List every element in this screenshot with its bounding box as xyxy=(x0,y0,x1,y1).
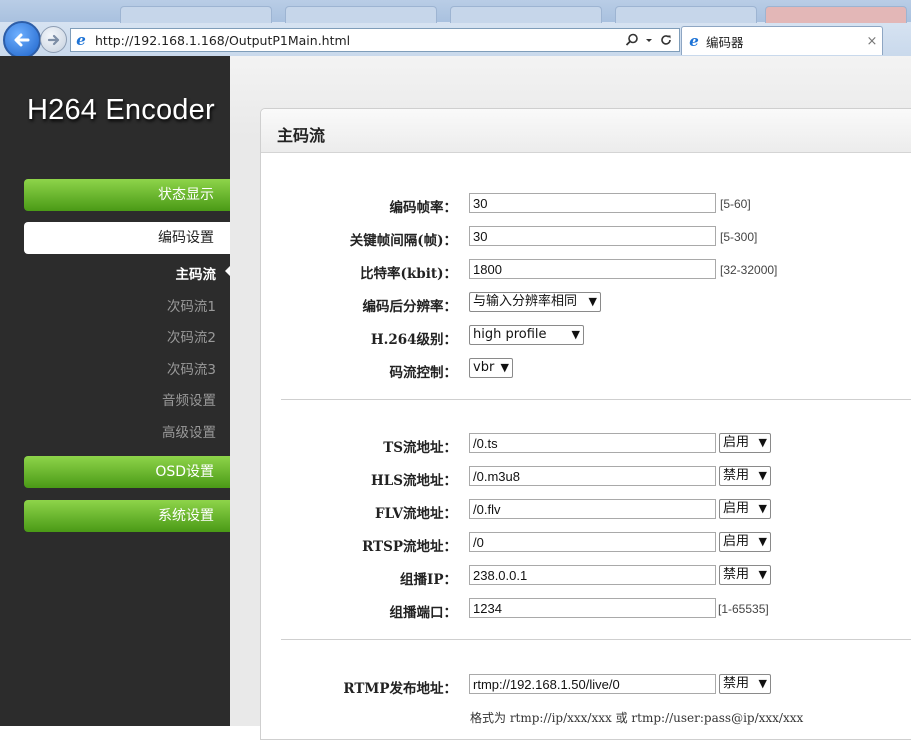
rtsp-input[interactable]: /0 xyxy=(469,532,716,552)
background-tab[interactable] xyxy=(285,6,437,23)
background-tab[interactable] xyxy=(615,6,757,23)
gop-label: 关键帧间隔(帧)： xyxy=(349,233,457,249)
chevron-down-icon: ▼ xyxy=(588,295,597,308)
ie-icon: e xyxy=(689,32,699,50)
hls-label: HLS流地址： xyxy=(371,473,457,489)
gop-hint: [5-300] xyxy=(720,230,758,244)
resolution-label: 编码后分辨率： xyxy=(362,299,458,315)
framerate-input[interactable]: 30 xyxy=(469,193,716,213)
multicast-enable-select[interactable]: 禁用 ▼ xyxy=(719,565,771,585)
gop-input[interactable]: 30 xyxy=(469,226,716,246)
hls-enable-value: 禁用 xyxy=(723,468,750,483)
level-row: H.264级别： high profile ▼ xyxy=(0,325,911,349)
flv-label: FLV流地址： xyxy=(375,506,457,522)
multicast-port-row: 组播端口： 1234 [1-65535] xyxy=(0,598,911,622)
rtsp-row: RTSP流地址： /0 启用 ▼ xyxy=(0,532,911,556)
section-divider xyxy=(281,639,911,640)
panel-title: 主码流 xyxy=(277,126,326,145)
hls-input[interactable]: /0.m3u8 xyxy=(469,466,716,486)
chevron-down-icon: ▼ xyxy=(758,677,767,690)
chevron-down-icon: ▼ xyxy=(758,436,767,449)
rtmp-row: RTMP发布地址： rtmp://192.168.1.50/live/0 禁用 … xyxy=(0,674,911,698)
rtmp-format-note: 格式为 rtmp://ip/xxx/xxx 或 rtmp://user:pass… xyxy=(470,711,804,725)
multicast-ip-input[interactable]: 238.0.0.1 xyxy=(469,565,716,585)
rtsp-enable-select[interactable]: 启用 ▼ xyxy=(719,532,771,552)
flv-enable-value: 启用 xyxy=(723,501,750,516)
ts-label: TS流地址： xyxy=(383,440,457,456)
search-icon[interactable] xyxy=(625,33,639,47)
back-button[interactable] xyxy=(3,21,41,59)
ts-row: TS流地址： /0.ts 启用 ▼ xyxy=(0,433,911,457)
level-select[interactable]: high profile ▼ xyxy=(469,325,584,345)
dropdown-arrow-icon[interactable] xyxy=(645,33,653,47)
rate-control-label: 码流控制： xyxy=(389,365,458,381)
panel-header: 主码流 xyxy=(261,109,911,153)
chevron-down-icon: ▼ xyxy=(758,568,767,581)
flv-input[interactable]: /0.flv xyxy=(469,499,716,519)
flv-row: FLV流地址： /0.flv 启用 ▼ xyxy=(0,499,911,523)
rtsp-enable-value: 启用 xyxy=(723,534,750,549)
rtsp-label: RTSP流地址： xyxy=(362,539,457,555)
multicast-ip-row: 组播IP： 238.0.0.1 禁用 ▼ xyxy=(0,565,911,589)
framerate-label: 编码帧率： xyxy=(389,200,458,216)
url-text[interactable]: http://192.168.1.168/OutputP1Main.html xyxy=(91,33,625,48)
level-select-value: high profile xyxy=(473,327,547,342)
multicast-port-input[interactable]: 1234 xyxy=(469,598,716,618)
multicast-port-hint: [1-65535] xyxy=(718,602,769,616)
resolution-select-value: 与输入分辨率相同 xyxy=(473,294,578,309)
resolution-select[interactable]: 与输入分辨率相同 ▼ xyxy=(469,292,601,312)
bitrate-label: 比特率(kbit)： xyxy=(360,266,457,282)
background-tab[interactable] xyxy=(120,6,272,23)
browser-chrome: e http://192.168.1.168/OutputP1Main.html… xyxy=(0,0,911,59)
chevron-down-icon: ▼ xyxy=(571,328,580,341)
rate-control-select[interactable]: vbr ▼ xyxy=(469,358,513,378)
rate-control-row: 码流控制： vbr ▼ xyxy=(0,358,911,382)
multicast-port-label: 组播端口： xyxy=(389,605,458,621)
active-tab[interactable]: e 编码器 × xyxy=(681,26,883,55)
rtmp-enable-select[interactable]: 禁用 ▼ xyxy=(719,674,771,694)
gop-row: 关键帧间隔(帧)： 30 [5-300] xyxy=(0,226,911,250)
browser-tabstrip xyxy=(0,0,911,23)
bitrate-hint: [32-32000] xyxy=(720,263,778,277)
hls-row: HLS流地址： /0.m3u8 禁用 ▼ xyxy=(0,466,911,490)
logo: H264 Encoder xyxy=(27,94,215,126)
hls-enable-select[interactable]: 禁用 ▼ xyxy=(719,466,771,486)
forward-button[interactable] xyxy=(40,26,67,53)
rtmp-input[interactable]: rtmp://192.168.1.50/live/0 xyxy=(469,674,716,694)
ts-input[interactable]: /0.ts xyxy=(469,433,716,453)
forward-arrow-icon xyxy=(47,34,59,45)
bitrate-row: 比特率(kbit)： 1800 [32-32000] xyxy=(0,259,911,283)
multicast-ip-label: 组播IP： xyxy=(400,572,457,588)
refresh-icon[interactable] xyxy=(659,33,673,47)
ts-enable-value: 启用 xyxy=(723,435,750,450)
flv-enable-select[interactable]: 启用 ▼ xyxy=(719,499,771,519)
chevron-down-icon: ▼ xyxy=(758,469,767,482)
chevron-down-icon: ▼ xyxy=(500,361,509,374)
ie-icon: e xyxy=(76,31,86,49)
chevron-down-icon: ▼ xyxy=(758,535,767,548)
ts-enable-select[interactable]: 启用 ▼ xyxy=(719,433,771,453)
rtmp-label: RTMP发布地址： xyxy=(343,681,457,697)
close-icon[interactable]: × xyxy=(862,34,882,49)
section-divider xyxy=(281,399,911,400)
resolution-row: 编码后分辨率： 与输入分辨率相同 ▼ xyxy=(0,292,911,316)
background-tab[interactable] xyxy=(765,6,907,23)
chevron-down-icon: ▼ xyxy=(758,502,767,515)
framerate-hint: [5-60] xyxy=(720,197,751,211)
bitrate-input[interactable]: 1800 xyxy=(469,259,716,279)
address-bar[interactable]: e http://192.168.1.168/OutputP1Main.html xyxy=(70,28,680,52)
sidebar-subitem-audio[interactable]: 音频设置 xyxy=(162,389,216,409)
framerate-row: 编码帧率： 30 [5-60] xyxy=(0,193,911,217)
multicast-enable-value: 禁用 xyxy=(723,567,750,582)
level-label: H.264级别： xyxy=(370,332,457,348)
rate-control-select-value: vbr xyxy=(473,360,495,375)
rtmp-enable-value: 禁用 xyxy=(723,676,750,691)
back-arrow-icon xyxy=(14,33,30,47)
background-tab[interactable] xyxy=(450,6,602,23)
tab-title: 编码器 xyxy=(706,34,744,50)
